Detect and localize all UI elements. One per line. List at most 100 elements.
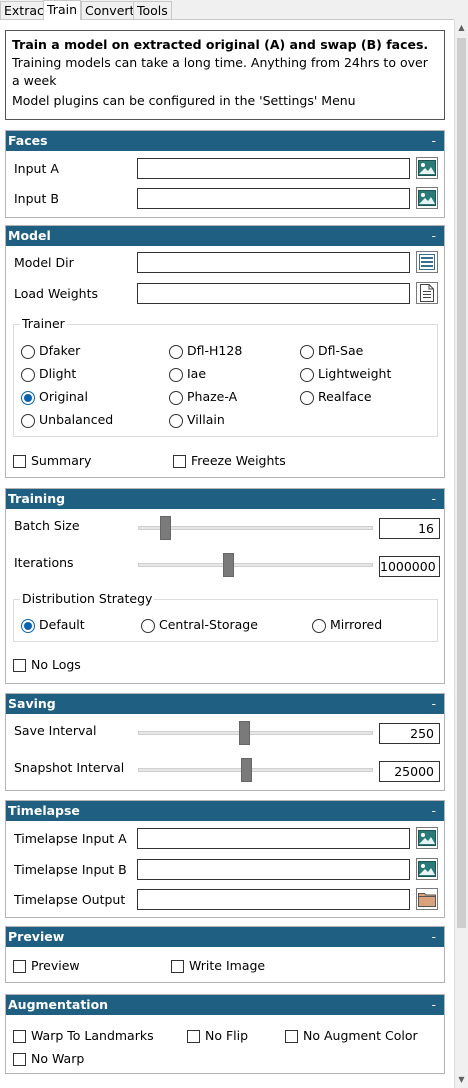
model-header[interactable]: Model - — [6, 226, 444, 246]
timelapse-input-b-label: Timelapse Input B — [14, 862, 127, 877]
tab-convert[interactable]: Convert — [81, 1, 139, 20]
trainer-unbalanced-radio[interactable]: Unbalanced — [21, 411, 113, 429]
tab-train[interactable]: Train — [43, 0, 81, 20]
faces-title: Faces — [8, 133, 48, 148]
preview-header[interactable]: Preview - — [6, 927, 444, 947]
image-icon — [418, 160, 436, 176]
augmentation-section: Augmentation - Warp To Landmarks No Flip… — [5, 994, 445, 1074]
image-icon — [418, 861, 436, 877]
iterations-slider[interactable] — [138, 553, 373, 577]
warp-to-landmarks-checkbox[interactable]: Warp To Landmarks — [13, 1027, 154, 1045]
input-b-field[interactable] — [137, 188, 410, 209]
save-interval-input[interactable]: 250 — [379, 723, 440, 744]
saving-collapse-button[interactable]: - — [431, 694, 436, 714]
timelapse-input-a-label: Timelapse Input A — [14, 831, 127, 846]
load-weights-field[interactable] — [137, 283, 410, 304]
batch-size-slider[interactable] — [138, 516, 373, 540]
model-dir-browse-button[interactable] — [416, 251, 438, 273]
faces-collapse-button[interactable]: - — [431, 131, 436, 151]
save-interval-label: Save Interval — [14, 723, 97, 738]
strategy-default-radio[interactable]: Default — [21, 616, 85, 634]
batch-size-label: Batch Size — [14, 518, 80, 533]
timelapse-output-browse-button[interactable] — [416, 888, 438, 910]
strategy-central-storage-radio[interactable]: Central-Storage — [141, 616, 258, 634]
no-warp-checkbox[interactable]: No Warp — [13, 1050, 84, 1068]
write-image-checkbox[interactable]: Write Image — [171, 957, 265, 975]
preview-section: Preview - Preview Write Image — [5, 926, 445, 983]
scroll-thumb[interactable] — [457, 38, 466, 928]
slider-track — [138, 731, 373, 735]
distribution-strategy-group: Distribution Strategy Default Central-St… — [13, 592, 438, 642]
slider-thumb[interactable] — [241, 758, 252, 782]
timelapse-output-field[interactable] — [137, 889, 410, 910]
no-augment-color-checkbox[interactable]: No Augment Color — [285, 1027, 418, 1045]
info-heading: Train a model on extracted original (A) … — [12, 37, 429, 52]
batch-size-input[interactable]: 16 — [379, 518, 440, 539]
scroll-up-icon[interactable]: ▲ — [455, 20, 468, 36]
trainer-iae-radio[interactable]: Iae — [169, 365, 206, 383]
augmentation-header[interactable]: Augmentation - — [6, 995, 444, 1015]
input-a-field[interactable] — [137, 158, 410, 179]
trainer-dlight-radio[interactable]: Dlight — [21, 365, 76, 383]
augmentation-collapse-button[interactable]: - — [431, 995, 436, 1015]
trainer-dfaker-radio[interactable]: Dfaker — [21, 342, 80, 360]
freeze-weights-checkbox[interactable]: Freeze Weights — [173, 452, 286, 470]
timelapse-header[interactable]: Timelapse - — [6, 801, 444, 821]
info-line-1: Training models can take a long time. An… — [12, 55, 428, 88]
timelapse-section: Timelapse - Timelapse Input A Timelapse … — [5, 800, 445, 918]
saving-title: Saving — [8, 696, 56, 711]
slider-track — [138, 563, 373, 567]
snapshot-interval-input[interactable]: 25000 — [379, 761, 440, 782]
timelapse-input-b-browse-button[interactable] — [416, 858, 438, 880]
preview-checkbox[interactable]: Preview — [13, 957, 80, 975]
model-collapse-button[interactable]: - — [431, 226, 436, 246]
load-weights-browse-button[interactable] — [416, 282, 438, 304]
trainer-dfl-sae-radio[interactable]: Dfl-Sae — [300, 342, 363, 360]
timelapse-collapse-button[interactable]: - — [431, 801, 436, 821]
no-logs-checkbox[interactable]: No Logs — [13, 656, 81, 674]
info-box: Train a model on extracted original (A) … — [5, 30, 445, 120]
distribution-strategy-title: Distribution Strategy — [20, 591, 155, 606]
preview-title: Preview — [8, 929, 65, 944]
training-header[interactable]: Training - — [6, 489, 444, 509]
save-interval-slider[interactable] — [138, 721, 373, 745]
saving-header[interactable]: Saving - — [6, 694, 444, 714]
trainer-title: Trainer — [20, 316, 67, 331]
list-icon — [419, 254, 435, 270]
timelapse-input-a-field[interactable] — [137, 828, 410, 849]
summary-checkbox[interactable]: Summary — [13, 452, 91, 470]
training-collapse-button[interactable]: - — [431, 489, 436, 509]
input-b-browse-button[interactable] — [416, 187, 438, 209]
trainer-lightweight-radio[interactable]: Lightweight — [300, 365, 391, 383]
slider-thumb[interactable] — [223, 553, 234, 577]
model-dir-field[interactable] — [137, 252, 410, 273]
timelapse-input-b-field[interactable] — [137, 859, 410, 880]
no-flip-checkbox[interactable]: No Flip — [187, 1027, 248, 1045]
iterations-input[interactable]: 1000000 — [379, 556, 440, 577]
scroll-down-icon[interactable]: ▼ — [455, 1072, 468, 1088]
training-title: Training — [8, 491, 66, 506]
image-icon — [418, 830, 436, 846]
input-a-label: Input A — [14, 161, 59, 176]
iterations-label: Iterations — [14, 555, 74, 570]
tab-tools[interactable]: Tools — [133, 1, 172, 20]
input-a-browse-button[interactable] — [416, 157, 438, 179]
file-icon — [420, 284, 434, 302]
load-weights-label: Load Weights — [14, 286, 99, 301]
slider-thumb[interactable] — [160, 516, 171, 540]
vertical-scrollbar[interactable]: ▲ ▼ — [454, 20, 468, 1088]
trainer-original-radio[interactable]: Original — [21, 388, 88, 406]
model-section: Model - Model Dir Load Weights Trainer D… — [5, 225, 445, 478]
strategy-mirrored-radio[interactable]: Mirrored — [312, 616, 382, 634]
slider-thumb[interactable] — [239, 721, 250, 745]
faces-header[interactable]: Faces - — [6, 131, 444, 151]
trainer-dfl-h128-radio[interactable]: Dfl-H128 — [169, 342, 242, 360]
trainer-group: Trainer Dfaker Dfl-H128 Dfl-Sae Dlight I… — [13, 317, 438, 437]
snapshot-interval-slider[interactable] — [138, 758, 373, 782]
trainer-phaze-a-radio[interactable]: Phaze-A — [169, 388, 237, 406]
trainer-villain-radio[interactable]: Villain — [169, 411, 225, 429]
timelapse-input-a-browse-button[interactable] — [416, 827, 438, 849]
input-b-label: Input B — [14, 191, 59, 206]
preview-collapse-button[interactable]: - — [431, 927, 436, 947]
trainer-realface-radio[interactable]: Realface — [300, 388, 372, 406]
